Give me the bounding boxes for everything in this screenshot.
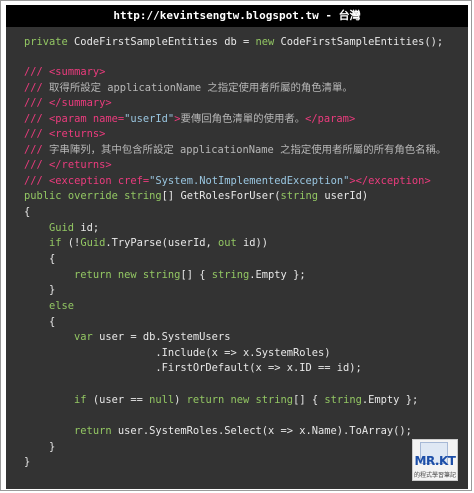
code-line: /// </returns> <box>24 159 112 171</box>
code-line: /// <summary> <box>24 66 106 78</box>
code-line: /// <returns> <box>24 128 106 140</box>
code-line: { <box>24 253 56 265</box>
code-line: /// </summary> <box>24 97 112 109</box>
code-line: } <box>24 284 56 296</box>
code-line: else <box>49 300 75 312</box>
code-line: var user = db.SystemUsers <box>74 331 231 343</box>
code-line: { <box>24 206 31 218</box>
logo-text: MR.KT <box>414 454 456 468</box>
code-line: return user.SystemRoles.Select(x => x.Na… <box>74 425 412 437</box>
code-line: { <box>24 316 56 328</box>
code-line: /// 字串陣列，其中包含所設定 applicationName 之指定使用者所… <box>24 144 447 156</box>
code-line: if (!Guid.TryParse(userId, out id)) <box>49 237 269 249</box>
code-editor: private CodeFirstSampleEntities db = new… <box>6 27 468 489</box>
code-line: } <box>24 456 31 468</box>
logo-subtext: 的程式學習筆記 <box>413 472 456 479</box>
screenshot-frame: http://kevintsengtw.blogspot.tw - 台灣 pri… <box>0 0 472 491</box>
mr-kt-logo: MR.KT 的程式學習筆記 <box>412 439 458 481</box>
code-line: /// 取得所設定 applicationName 之指定使用者所屬的角色清單。 <box>24 82 353 94</box>
code-line: /// <param name="userId">要傳回角色清單的使用者。</p… <box>24 113 356 125</box>
code-line: if (user == null) return new string[] { … <box>74 394 419 406</box>
blog-url-banner: http://kevintsengtw.blogspot.tw - 台灣 <box>6 5 468 27</box>
code-line: .FirstOrDefault(x => x.ID == id); <box>24 362 362 374</box>
code-line: } <box>24 441 56 453</box>
code-line: public override string[] GetRolesForUser… <box>24 190 369 202</box>
code-line: private CodeFirstSampleEntities db = new… <box>24 36 444 48</box>
code-line: Guid id; <box>49 222 100 234</box>
code-line: /// <exception cref="System.NotImplement… <box>24 175 431 187</box>
code-line: return new string[] { string.Empty }; <box>74 269 306 281</box>
code-line: .Include(x => x.SystemRoles) <box>24 347 331 359</box>
